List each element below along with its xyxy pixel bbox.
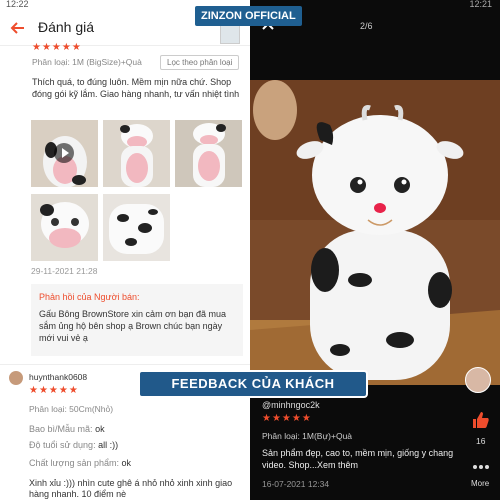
reviewer-username[interactable]: huynthank0608 xyxy=(29,372,87,382)
review-list-screen: 12:22 Đánh giá ★★★★★ Phân loại: 1M (BigS… xyxy=(0,0,250,500)
review-field-age: Độ tuổi sử dụng: all :)) xyxy=(29,440,119,450)
seller-reply: Phản hồi của Người bán: Gấu Bông BrownSt… xyxy=(31,284,243,356)
more-dots-icon[interactable] xyxy=(472,460,490,474)
photo-counter: 2/6 xyxy=(360,21,373,31)
reviewer-username[interactable]: @minhngoc2k xyxy=(262,400,320,410)
review-date: 29-11-2021 21:28 xyxy=(31,266,98,276)
variant-label: Phân loại: 1M(Bự)+Quà xyxy=(262,431,353,441)
thumbs-up-icon[interactable] xyxy=(471,410,491,430)
review-photo-thumb[interactable] xyxy=(31,194,98,261)
rating-stars: ★★★★★ xyxy=(29,385,79,396)
variant-label: Phân loại: 1M (BigSize)+Quà xyxy=(32,57,142,67)
divider xyxy=(0,364,250,365)
review-video-thumb[interactable] xyxy=(31,120,98,187)
seller-reply-body: Gấu Bông BrownStore xin cảm ơn bạn đã mu… xyxy=(39,309,227,343)
play-icon[interactable] xyxy=(54,143,74,163)
page-title: Đánh giá xyxy=(38,19,95,35)
rating-stars: ★★★★★ xyxy=(32,42,82,53)
review-photo-thumb[interactable] xyxy=(103,194,170,261)
feedback-banner: FEEDBACK CỦA KHÁCH xyxy=(138,370,368,398)
back-arrow-icon[interactable] xyxy=(8,18,28,38)
review-field-packaging: Bao bì/Mẫu mã: ok xyxy=(29,424,105,434)
more-label[interactable]: More xyxy=(471,479,489,488)
review-field-quality: Chất lượng sản phẩm: ok xyxy=(29,458,132,468)
rating-stars: ★★★★★ xyxy=(262,413,312,424)
review-date: 16-07-2021 12:34 xyxy=(262,479,330,489)
cow-plush-photo[interactable] xyxy=(250,80,500,385)
review-photo-thumb[interactable] xyxy=(175,120,242,187)
screenshot-collage: 12:22 Đánh giá ★★★★★ Phân loại: 1M (BigS… xyxy=(0,0,500,500)
photo-viewer-screen: 12:21 2/6 @minhngoc2k ★★★★★ Phân loại: 1… xyxy=(250,0,500,500)
avatar[interactable] xyxy=(9,371,23,385)
avatar[interactable] xyxy=(465,367,491,393)
filter-by-variant-button[interactable]: Lọc theo phân loại xyxy=(160,55,240,70)
brand-watermark: ZINZON OFFICIAL xyxy=(195,6,302,26)
variant-label: Phân loại: 50Cm(Nhỏ) xyxy=(29,404,114,414)
review-text: Thích quá, to đúng luôn. Mềm mịn nữa chứ… xyxy=(32,77,240,99)
like-count: 16 xyxy=(476,436,486,446)
review-photo-thumb[interactable] xyxy=(103,120,170,187)
review-text: Xinh xỉu :))) nhìn cute ghê á nhỏ nhỏ xi… xyxy=(29,478,233,499)
seller-reply-title: Phản hồi của Người bán: xyxy=(39,292,140,302)
review-text[interactable]: Sản phẩm đẹp, cao to, mềm mịn, giống y c… xyxy=(262,447,462,471)
product-thumbnail[interactable] xyxy=(220,24,240,44)
